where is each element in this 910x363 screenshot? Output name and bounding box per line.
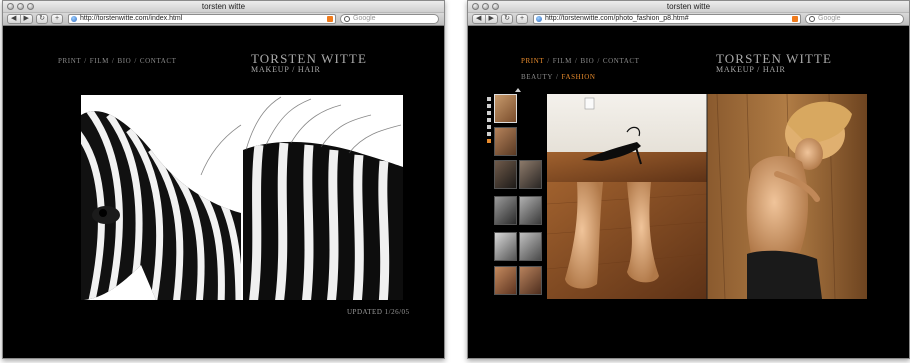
fashion-photo [547, 94, 867, 299]
add-bookmark-icon[interactable]: + [516, 14, 528, 24]
nav-film[interactable]: FILM [553, 57, 572, 65]
brand-subtitle: MAKEUP / HAIR [716, 65, 786, 74]
thumbnail[interactable] [519, 232, 542, 261]
back-forward-buttons: ◀ ▶ [472, 14, 498, 24]
thumbnail[interactable] [494, 94, 517, 123]
subnav-beauty[interactable]: BEAUTY [521, 73, 553, 81]
scroll-up-arrow-icon[interactable] [515, 88, 521, 92]
search-placeholder: Google [818, 15, 841, 22]
page-dot[interactable] [487, 118, 491, 122]
window-title: torsten witte [201, 2, 246, 11]
zebra-photo [81, 95, 403, 300]
brand-name: TORSTEN WITTE [716, 51, 833, 66]
main-nav: PRINT / FILM / BIO / CONTACT [58, 57, 177, 65]
site-logo[interactable]: TORSTEN WITTE MAKEUP / HAIR [716, 52, 832, 74]
zebra-image [81, 95, 403, 300]
brand-subtitle: MAKEUP / HAIR [251, 65, 321, 74]
nav-bio[interactable]: BIO [117, 57, 131, 65]
rss-icon[interactable] [792, 16, 798, 22]
globe-icon [71, 16, 77, 22]
page-dot[interactable] [487, 139, 491, 143]
rss-icon[interactable] [327, 16, 333, 22]
thumbnail[interactable] [494, 160, 517, 189]
add-bookmark-icon[interactable]: + [51, 14, 63, 24]
forward-icon[interactable]: ▶ [486, 15, 498, 23]
thumbnail[interactable] [519, 160, 542, 189]
reload-icon[interactable]: ↻ [36, 14, 48, 24]
browser-toolbar: ◀ ▶ ↻ + http://torstenwitte.com/index.ht… [3, 13, 444, 26]
forward-icon[interactable]: ▶ [21, 15, 33, 23]
sub-nav: BEAUTY / FASHION [521, 73, 596, 81]
back-icon[interactable]: ◀ [8, 15, 21, 23]
search-input[interactable]: Google [805, 14, 904, 24]
search-input[interactable]: Google [340, 14, 439, 24]
updated-date: UPDATED 1/26/05 [347, 308, 410, 316]
thumbnail[interactable] [519, 266, 542, 295]
nav-film[interactable]: FILM [90, 57, 109, 65]
reload-icon[interactable]: ↻ [501, 14, 513, 24]
thumbnail[interactable] [494, 127, 517, 156]
search-icon [344, 16, 350, 22]
page-dot[interactable] [487, 132, 491, 136]
nav-contact[interactable]: CONTACT [140, 57, 177, 65]
back-forward-buttons: ◀ ▶ [7, 14, 33, 24]
page-dot[interactable] [487, 104, 491, 108]
brand-name: TORSTEN WITTE [251, 51, 368, 66]
page-dot[interactable] [487, 97, 491, 101]
fashion-image [547, 94, 867, 299]
title-bar[interactable]: torsten witte [3, 1, 444, 13]
page-content: PRINT / FILM / BIO / CONTACT TORSTEN WITTE MAK… [3, 26, 444, 358]
browser-window-fashion: torsten witte ◀ ▶ ↻ + http://torstenwitt… [467, 0, 910, 359]
back-icon[interactable]: ◀ [473, 15, 486, 23]
title-bar[interactable]: torsten witte [468, 1, 909, 13]
nav-bio[interactable]: BIO [580, 57, 594, 65]
search-placeholder: Google [353, 15, 376, 22]
page-dot[interactable] [487, 111, 491, 115]
page-dot[interactable] [487, 125, 491, 129]
browser-window-home: torsten witte ◀ ▶ ↻ + http://torstenwitt… [2, 0, 445, 359]
browser-toolbar: ◀ ▶ ↻ + http://torstenwitte.com/photo_fa… [468, 13, 909, 26]
url-text[interactable]: http://torstenwitte.com/index.html [80, 15, 182, 23]
site-logo[interactable]: TORSTEN WITTE MAKEUP / HAIR [251, 52, 367, 74]
globe-icon [536, 16, 542, 22]
search-icon [809, 16, 815, 22]
thumbnail[interactable] [519, 196, 542, 225]
thumbnail[interactable] [494, 196, 517, 225]
address-bar[interactable]: http://torstenwitte.com/index.html [68, 14, 336, 24]
subnav-fashion[interactable]: FASHION [562, 73, 596, 81]
nav-print[interactable]: PRINT [58, 57, 81, 65]
page-indicator [487, 97, 492, 146]
nav-contact[interactable]: CONTACT [603, 57, 640, 65]
main-nav: PRINT / FILM / BIO / CONTACT [521, 57, 640, 65]
thumbnail[interactable] [494, 266, 517, 295]
url-text[interactable]: http://torstenwitte.com/photo_fashion_p8… [545, 15, 689, 23]
page-content: PRINT / FILM / BIO / CONTACT BEAUTY / FASHION TO… [468, 26, 909, 358]
window-title: torsten witte [666, 2, 711, 11]
nav-print[interactable]: PRINT [521, 57, 544, 65]
thumbnail[interactable] [494, 232, 517, 261]
address-bar[interactable]: http://torstenwitte.com/photo_fashion_p8… [533, 14, 801, 24]
